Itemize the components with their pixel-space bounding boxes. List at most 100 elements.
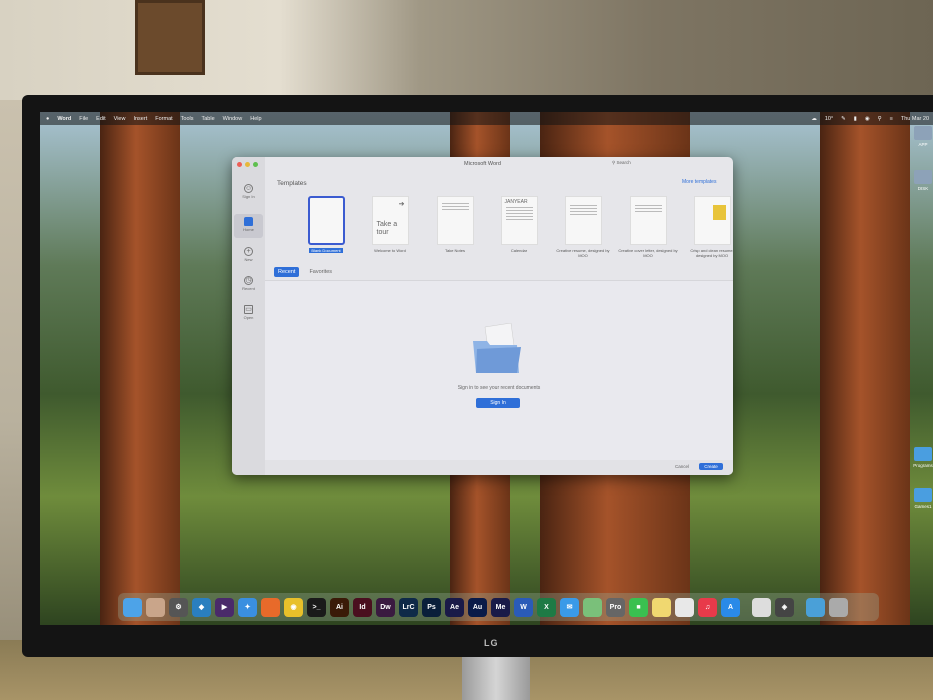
template-thumbnail xyxy=(629,196,667,245)
folder-icon: ▭ xyxy=(244,305,253,314)
tab-favorites[interactable]: Favorites xyxy=(305,267,336,277)
sidebar-item-open[interactable]: ▭ Open xyxy=(234,302,263,326)
template-creative-cover-letter[interactable]: Creative cover letter, designed by MOO xyxy=(618,196,678,258)
menu-help[interactable]: Help xyxy=(250,116,261,122)
dock-chrome-icon[interactable]: ◉ xyxy=(284,597,303,617)
menu-file[interactable]: File xyxy=(79,116,88,122)
control-center-icon[interactable]: ≡ xyxy=(890,116,893,122)
document-tabs: Recent Favorites xyxy=(274,267,336,277)
sidebar-label: New xyxy=(244,257,253,262)
window-title: Microsoft Word xyxy=(464,161,501,167)
sidebar-label: Recent xyxy=(242,286,255,291)
cancel-button[interactable]: Cancel xyxy=(675,464,689,469)
desktop-icon-label: Programs xyxy=(913,463,933,468)
dock-media-encoder-icon[interactable]: Me xyxy=(491,597,510,617)
dock-photoshop-icon[interactable]: Ps xyxy=(422,597,441,617)
dock-mail-icon[interactable]: ✉ xyxy=(560,597,579,617)
thumbnail-text: JANYEAR xyxy=(504,199,528,205)
sidebar-item-new[interactable]: + New xyxy=(234,244,263,268)
desktop-icon-app[interactable]: APP xyxy=(913,126,933,147)
dock-indesign-icon[interactable]: Id xyxy=(353,597,372,617)
dock-dreamweaver-icon[interactable]: Dw xyxy=(376,597,395,617)
weather-icon[interactable]: ☁ xyxy=(811,116,817,122)
desktop-icon-games[interactable]: Games1 xyxy=(913,488,933,509)
template-thumbnail: ➔ Take a tour xyxy=(371,196,409,245)
template-label: Welcome to Word xyxy=(374,248,406,253)
desktop-icon-label: Games1 xyxy=(914,504,932,509)
menu-window[interactable]: Window xyxy=(223,116,243,122)
user-icon[interactable]: ◉ xyxy=(865,116,870,122)
dock-trash-icon[interactable] xyxy=(829,597,848,617)
menu-bar: ● Word File Edit View Insert Format Tool… xyxy=(40,112,933,125)
template-welcome[interactable]: ➔ Take a tour Welcome to Word xyxy=(360,196,420,253)
dock-word-icon[interactable]: W xyxy=(514,597,533,617)
dock-audition-icon[interactable]: Au xyxy=(468,597,487,617)
sidebar-item-home[interactable]: Home xyxy=(234,214,263,238)
template-blank-document[interactable]: Blank Document xyxy=(296,196,356,253)
monitor-stand xyxy=(462,657,530,700)
tab-recent[interactable]: Recent xyxy=(274,267,300,277)
menu-insert[interactable]: Insert xyxy=(133,116,147,122)
menu-view[interactable]: View xyxy=(114,116,126,122)
search-icon[interactable]: ⚲ xyxy=(878,116,882,122)
search-field[interactable]: ⚲ Search xyxy=(612,160,631,166)
template-take-notes[interactable]: Take Notes xyxy=(425,196,485,253)
dock-lightroom-classic-icon[interactable]: LrC xyxy=(399,597,418,617)
dock-illustrator-icon[interactable]: Ai xyxy=(330,597,349,617)
template-thumbnail xyxy=(693,196,731,245)
sidebar-item-sign-in[interactable]: ☺ Sign In xyxy=(234,181,263,205)
dock-freeform-icon[interactable] xyxy=(675,597,694,617)
desktop-icon-label: APP xyxy=(918,142,928,147)
template-crisp-resume[interactable]: Crisp and clean resume, designed by MOO xyxy=(682,196,733,258)
desktop-icon-programs[interactable]: Programs xyxy=(913,447,933,468)
template-label: Crisp and clean resume, designed by MOO xyxy=(690,248,733,258)
dock-terminal-icon[interactable]: >_ xyxy=(307,597,326,617)
dock-downloads-icon[interactable] xyxy=(806,597,825,617)
menu-app[interactable]: Word xyxy=(57,116,71,122)
dock-app-store-icon[interactable]: A xyxy=(721,597,740,617)
dock-firefox-icon[interactable] xyxy=(261,597,280,617)
dock-music-icon[interactable]: ♫ xyxy=(698,597,717,617)
dock-excel-icon[interactable]: X xyxy=(537,597,556,617)
dock-notes-icon[interactable] xyxy=(652,597,671,617)
menu-tools[interactable]: Tools xyxy=(181,116,194,122)
clock[interactable]: Thu Mar 20 xyxy=(901,116,929,122)
menu-edit[interactable]: Edit xyxy=(96,116,105,122)
sign-in-button[interactable]: Sign In xyxy=(476,398,520,408)
dock-app-grid-icon[interactable]: ◈ xyxy=(775,597,794,617)
sidebar-item-recent[interactable]: ◷ Recent xyxy=(234,273,263,297)
sidebar-label: Open xyxy=(243,315,254,320)
dock-after-effects-icon[interactable]: Ae xyxy=(445,597,464,617)
more-templates-link[interactable]: More templates xyxy=(682,179,716,185)
status-area: ☁ 10° ✎ ▮ ◉ ⚲ ≡ Thu Mar 20 xyxy=(811,112,929,125)
dock-finder-icon[interactable] xyxy=(123,597,142,617)
dock-kodi-icon[interactable]: ◆ xyxy=(192,597,211,617)
template-label: Calendar xyxy=(510,248,528,253)
templates-heading: Templates xyxy=(277,180,307,187)
dock-maps-icon[interactable] xyxy=(583,597,602,617)
template-label: Creative resume, designed by MOO xyxy=(556,248,610,258)
template-calendar[interactable]: JANYEAR Calendar xyxy=(489,196,549,253)
dock-final-cut-pro-icon[interactable]: Pro xyxy=(606,597,625,617)
plus-icon: + xyxy=(244,247,253,256)
dock-textedit-icon[interactable] xyxy=(752,597,771,617)
dock-media-player-icon[interactable]: ▶ xyxy=(215,597,234,617)
dock-system-settings-icon[interactable]: ⚙ xyxy=(169,597,188,617)
menu-format[interactable]: Format xyxy=(155,116,172,122)
menu-table[interactable]: Table xyxy=(202,116,215,122)
window-footer: Cancel Create xyxy=(265,460,733,475)
dock-launchpad-icon[interactable] xyxy=(146,597,165,617)
arrow-circle-icon: ➔ xyxy=(398,201,405,208)
desktop-icon-disk[interactable]: DISK xyxy=(913,170,933,191)
dock-facetime-icon[interactable]: ■ xyxy=(629,597,648,617)
battery-icon[interactable]: ▮ xyxy=(854,116,857,122)
template-creative-resume[interactable]: Creative resume, designed by MOO xyxy=(553,196,613,258)
screen: ● Word File Edit View Insert Format Tool… xyxy=(40,112,933,625)
tool-icon[interactable]: ✎ xyxy=(841,116,846,122)
apple-menu-icon[interactable]: ● xyxy=(46,116,49,122)
dock-safari-icon[interactable]: ✦ xyxy=(238,597,257,617)
weather-temp[interactable]: 10° xyxy=(825,116,833,122)
search-placeholder: Search xyxy=(616,160,631,165)
create-button[interactable]: Create xyxy=(699,463,723,470)
sidebar-label: Sign In xyxy=(242,194,255,199)
